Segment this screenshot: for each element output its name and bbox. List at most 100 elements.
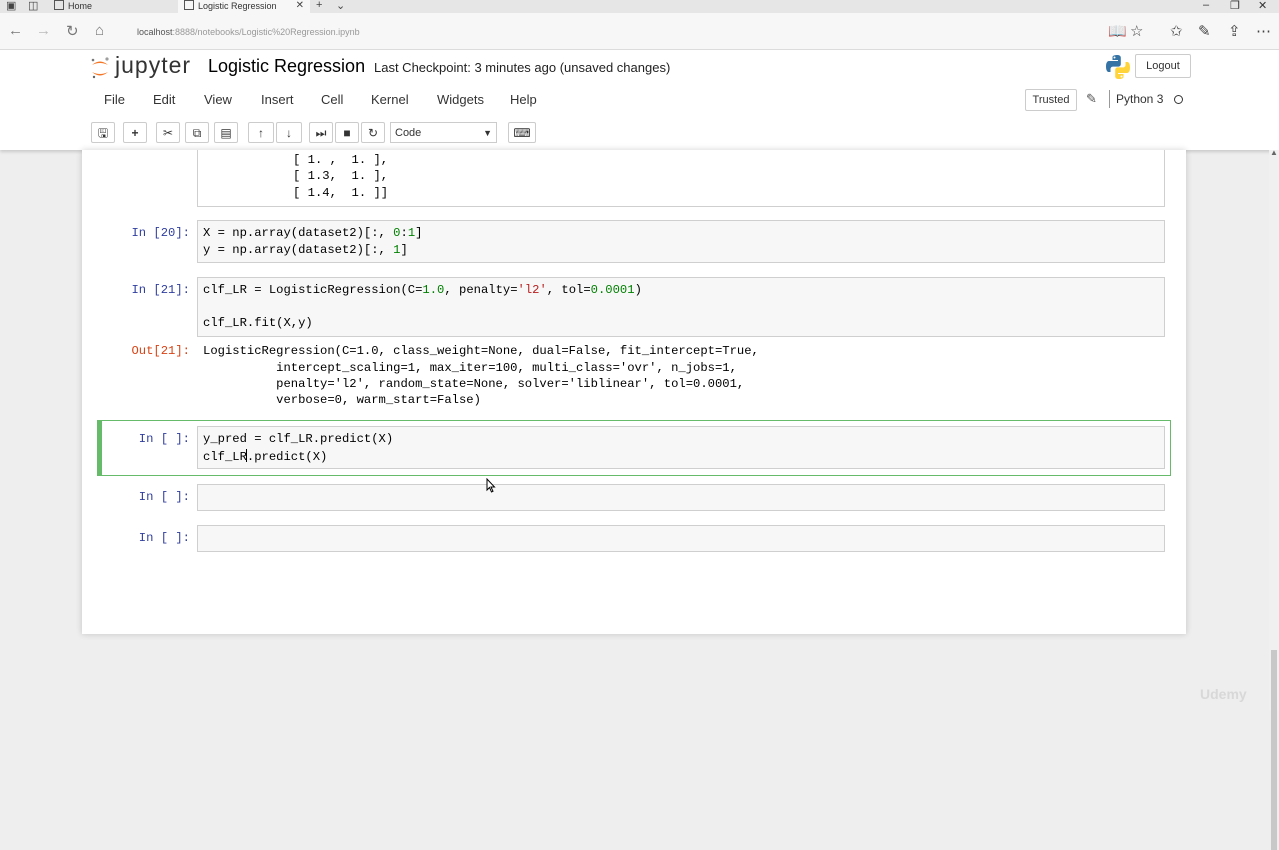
- tab-dropdown-icon[interactable]: ⌄: [336, 0, 345, 12]
- cell-type-value: Code: [395, 127, 422, 139]
- move-up-button[interactable]: ↑: [248, 122, 274, 143]
- notebook-title[interactable]: Logistic Regression: [208, 56, 365, 77]
- close-window-icon[interactable]: ✕: [1258, 0, 1267, 12]
- kernel-separator: [1109, 90, 1110, 108]
- menu-cell[interactable]: Cell: [321, 92, 343, 107]
- url-path: :8888/notebooks/Logistic%20Regression.ip…: [172, 27, 360, 37]
- menu-help[interactable]: Help: [510, 92, 537, 107]
- code-fragment: .predict(X): [246, 450, 328, 464]
- favorites-icon[interactable]: ✩: [1170, 22, 1183, 40]
- interrupt-button[interactable]: ■: [335, 122, 359, 143]
- tab-list-icon[interactable]: ▣: [6, 0, 16, 12]
- keyboard-icon: ⌨: [513, 126, 531, 140]
- input-prompt: In [21]:: [131, 283, 190, 297]
- output-line: verbose=0, warm_start=False): [203, 393, 481, 407]
- jupyter-header: jupyter Logistic Regression Last Checkpo…: [0, 50, 1279, 150]
- notebook-toolbar: 🖫 + ✂ ⧉ ▤ ↑ ↓ ⏭ ■ ↻ Code ▼ ⌨: [0, 120, 1279, 146]
- tab-logistic-regression[interactable]: Logistic Regression ✕: [178, 0, 310, 13]
- refresh-icon: ↻: [367, 126, 379, 140]
- menu-edit[interactable]: Edit: [153, 92, 175, 107]
- scroll-up-icon[interactable]: ▲: [1270, 148, 1278, 157]
- kernel-idle-icon: [1174, 95, 1183, 104]
- code-line: y = np.array(dataset2)[:, 1]: [203, 243, 408, 257]
- url-host: localhost: [137, 27, 173, 37]
- menu-widgets[interactable]: Widgets: [437, 92, 484, 107]
- empty-code-cell[interactable]: [197, 484, 1165, 511]
- paste-button[interactable]: ▤: [214, 122, 238, 143]
- run-button[interactable]: ⏭: [309, 122, 333, 143]
- restore-icon[interactable]: ❐: [1230, 0, 1240, 12]
- paste-icon: ▤: [220, 126, 232, 140]
- code-fragment: clf_LR: [203, 450, 247, 464]
- code-line-with-cursor: clf_LR.predict(X): [203, 449, 327, 464]
- scrollbar-thumb[interactable]: [1271, 650, 1277, 850]
- kernel-name[interactable]: Python 3: [1116, 92, 1163, 106]
- output-line: [ 1. , 1. ],: [293, 153, 389, 167]
- page-icon: [54, 0, 64, 10]
- cut-button[interactable]: ✂: [156, 122, 180, 143]
- code-line: y_pred = clf_LR.predict(X): [203, 432, 394, 446]
- menu-view[interactable]: View: [204, 92, 232, 107]
- more-icon[interactable]: ⋯: [1256, 22, 1271, 40]
- chevron-down-icon: ▼: [483, 128, 492, 138]
- jupyter-wordmark: jupyter: [115, 52, 192, 78]
- share-icon[interactable]: ⇪: [1228, 22, 1241, 40]
- plus-icon: +: [131, 126, 139, 140]
- empty-code-cell[interactable]: [197, 525, 1165, 552]
- refresh-icon[interactable]: ↻: [66, 22, 79, 40]
- output-line: LogisticRegression(C=1.0, class_weight=N…: [203, 344, 759, 358]
- menu-kernel[interactable]: Kernel: [371, 92, 409, 107]
- browser-tab-bar: ▣ ◫ Home Logistic Regression ✕ + ⌄ – ❐ ✕: [0, 0, 1279, 13]
- output-line: [ 1.4, 1. ]]: [293, 186, 389, 200]
- url-field[interactable]: localhost:8888/notebooks/Logistic%20Regr…: [137, 27, 360, 37]
- python-logo-icon: [1106, 55, 1130, 79]
- favorite-star-icon[interactable]: ☆: [1130, 22, 1143, 40]
- menu-insert[interactable]: Insert: [261, 92, 294, 107]
- output-line: [ 1.3, 1. ],: [293, 169, 389, 183]
- menu-file[interactable]: File: [104, 92, 125, 107]
- back-icon[interactable]: ←: [8, 22, 23, 39]
- udemy-watermark: Udemy: [1200, 686, 1247, 702]
- output-prompt: Out[21]:: [131, 344, 190, 358]
- code-line: clf_LR = LogisticRegression(C=1.0, penal…: [203, 283, 642, 297]
- save-icon: 🖫: [97, 126, 109, 140]
- logout-button[interactable]: Logout: [1135, 54, 1191, 78]
- arrow-up-icon: ↑: [258, 126, 264, 140]
- forward-icon[interactable]: →: [36, 22, 51, 39]
- mouse-pointer-icon: [486, 478, 496, 493]
- reading-view-icon[interactable]: 📖: [1108, 22, 1127, 40]
- arrow-down-icon: ↓: [286, 126, 292, 140]
- copy-icon: ⧉: [192, 126, 202, 140]
- save-button[interactable]: 🖫: [91, 122, 115, 143]
- tab-home[interactable]: Home: [48, 0, 178, 13]
- address-bar-row: ← → ↻ ⌂ localhost:8888/notebooks/Logisti…: [0, 13, 1279, 50]
- page-scrollbar[interactable]: ▲: [1269, 148, 1279, 850]
- close-tab-icon[interactable]: ✕: [296, 0, 304, 12]
- output-line: intercept_scaling=1, max_iter=100, multi…: [203, 361, 737, 375]
- scissors-icon: ✂: [162, 126, 174, 140]
- edit-mode-pencil-icon: ✎: [1086, 91, 1097, 106]
- new-tab-icon[interactable]: +: [316, 0, 322, 11]
- trusted-indicator[interactable]: Trusted: [1025, 89, 1077, 111]
- tab-home-title: Home: [68, 1, 93, 11]
- move-down-button[interactable]: ↓: [276, 122, 302, 143]
- checkpoint-status: Last Checkpoint: 3 minutes ago (unsaved …: [374, 60, 671, 75]
- input-prompt: In [ ]:: [138, 490, 190, 504]
- minimize-icon[interactable]: –: [1203, 0, 1209, 11]
- insert-cell-button[interactable]: +: [123, 122, 147, 143]
- copy-button[interactable]: ⧉: [185, 122, 209, 143]
- output-line: penalty='l2', random_state=None, solver=…: [203, 377, 745, 391]
- jupyter-logo-icon: [91, 57, 109, 79]
- input-prompt: In [20]:: [131, 226, 190, 240]
- step-forward-icon: ⏭: [315, 126, 327, 140]
- web-note-icon[interactable]: ✎: [1198, 22, 1211, 40]
- code-line: X = np.array(dataset2)[:, 0:1]: [203, 226, 423, 240]
- tab-preview-icon[interactable]: ◫: [28, 0, 38, 12]
- cell-type-select[interactable]: Code ▼: [390, 122, 497, 143]
- home-icon[interactable]: ⌂: [95, 22, 104, 39]
- code-line: clf_LR.fit(X,y): [203, 316, 313, 330]
- restart-button[interactable]: ↻: [361, 122, 385, 143]
- input-prompt: In [ ]:: [138, 531, 190, 545]
- input-prompt: In [ ]:: [138, 432, 190, 446]
- command-palette-button[interactable]: ⌨: [508, 122, 536, 143]
